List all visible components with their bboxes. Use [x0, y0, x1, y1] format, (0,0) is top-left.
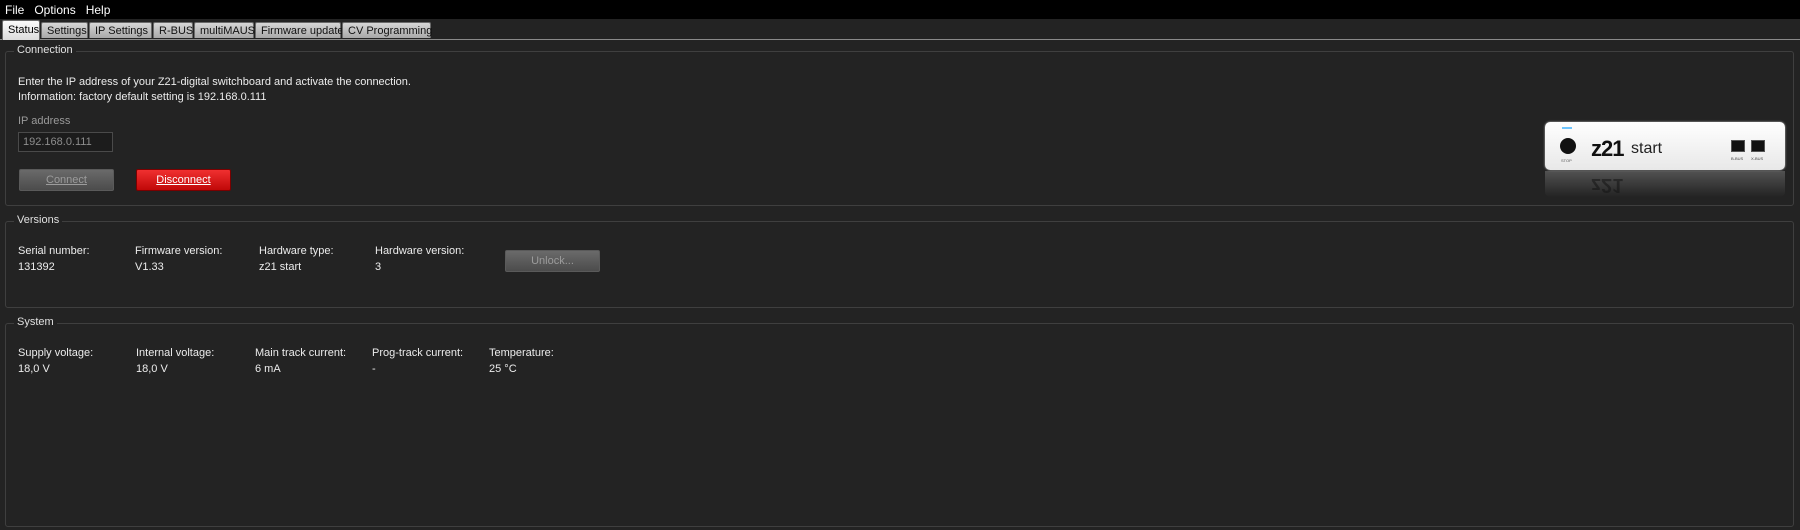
firmware-version-value: V1.33 — [135, 261, 164, 273]
menu-bar: File Options Help — [0, 0, 1800, 19]
temperature-label: Temperature: — [489, 347, 554, 359]
device-port-2 — [1751, 140, 1765, 152]
tab-multimaus[interactable]: multiMAUS — [194, 22, 255, 38]
device-reflection-logo: z21 — [1591, 174, 1624, 196]
menu-file[interactable]: File — [0, 3, 29, 17]
serial-number-label: Serial number: — [18, 245, 90, 257]
tab-firmware-update[interactable]: Firmware update — [255, 22, 344, 38]
unlock-button[interactable]: Unlock... — [505, 250, 600, 272]
tab-r-bus[interactable]: R-BUS — [153, 22, 193, 38]
supply-voltage-value: 18,0 V — [18, 363, 50, 375]
internal-voltage-label: Internal voltage: — [136, 347, 215, 359]
disconnect-button[interactable]: Disconnect — [136, 169, 231, 191]
ip-address-input[interactable] — [18, 132, 113, 152]
tab-ip-settings[interactable]: IP Settings — [89, 22, 152, 38]
device-port-2-label: X-BUS — [1751, 156, 1764, 161]
device-logo: z21 — [1591, 136, 1624, 161]
temperature-value: 25 °C — [489, 363, 517, 375]
system-title: System — [14, 316, 57, 328]
connection-info-line1: Enter the IP address of your Z21-digital… — [18, 76, 411, 88]
internal-voltage-value: 18,0 V — [136, 363, 168, 375]
hardware-version-value: 3 — [375, 261, 382, 273]
z21-start-device-image: STOP z21 start B-BUS X-BUS — [1545, 122, 1785, 170]
device-knob-label: STOP — [1561, 158, 1572, 163]
menu-help[interactable]: Help — [81, 3, 116, 17]
device-led — [1562, 127, 1572, 129]
serial-number-value: 131392 — [18, 261, 55, 273]
device-port-1-label: B-BUS — [1731, 156, 1744, 161]
tab-status[interactable]: Status — [2, 20, 40, 40]
firmware-version-label: Firmware version: — [135, 245, 223, 257]
system-group: System Supply voltage: 18,0 V Internal v… — [5, 316, 1794, 527]
connection-title: Connection — [14, 44, 76, 56]
device-logo-sub: start — [1631, 140, 1663, 157]
tab-cv-programming[interactable]: CV Programming — [342, 22, 432, 38]
hardware-type-label: Hardware type: — [259, 245, 334, 257]
disconnect-button-label: Disconnect — [156, 174, 211, 186]
connect-button-label: Connect — [46, 174, 87, 186]
device-reflection: z21 — [1545, 171, 1785, 197]
tab-bar: Status Settings IP Settings R-BUS multiM… — [0, 20, 1800, 40]
versions-title: Versions — [14, 214, 63, 226]
tab-settings[interactable]: Settings — [41, 22, 88, 38]
supply-voltage-label: Supply voltage: — [18, 347, 94, 359]
hardware-version-label: Hardware version: — [375, 245, 465, 257]
main-track-current-label: Main track current: — [255, 347, 347, 359]
menu-options[interactable]: Options — [29, 3, 80, 17]
device-stop-knob — [1560, 138, 1576, 154]
versions-group: Versions Serial number: 131392 Firmware … — [5, 214, 1794, 308]
hardware-type-value: z21 start — [259, 261, 302, 273]
connect-button[interactable]: Connect — [19, 169, 114, 191]
main-track-current-value: 6 mA — [255, 363, 281, 375]
prog-track-current-value: - — [372, 363, 376, 375]
device-port-1 — [1731, 140, 1745, 152]
connection-group: Connection Enter the IP address of your … — [5, 44, 1794, 206]
connection-info-line2: Information: factory default setting is … — [18, 91, 267, 103]
ip-address-label: IP address — [18, 115, 71, 127]
prog-track-current-label: Prog-track current: — [372, 347, 464, 359]
